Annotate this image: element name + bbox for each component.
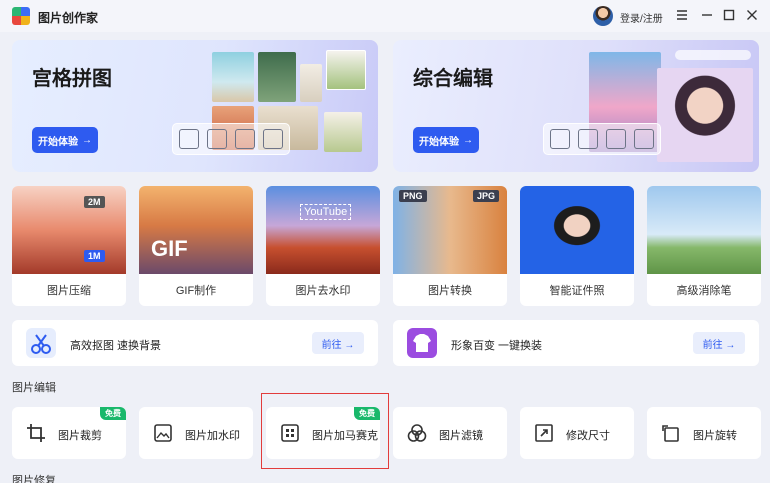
layout-icon[interactable] [235, 129, 255, 149]
format-badge-right: JPG [472, 190, 499, 202]
watermark-thumbnail [266, 186, 380, 274]
section-title: 图片编辑 [12, 382, 56, 394]
tool-image-crop[interactable]: 图片裁剪 免费 [12, 407, 126, 459]
start-button-label: 开始体验 [38, 136, 78, 148]
gif-overlay-text: GIF [151, 236, 188, 261]
card-label: 图片转换 [428, 285, 472, 297]
resize-icon [535, 424, 553, 442]
tool-label: 图片滤镜 [439, 430, 483, 442]
maximize-icon[interactable] [721, 7, 737, 23]
collage-photo [324, 112, 362, 152]
minimize-icon[interactable] [699, 7, 715, 23]
size-badge-bottom: 1M [84, 250, 105, 262]
card-label: 高级消除笔 [676, 285, 732, 297]
card-id-photo[interactable]: 智能证件照 [520, 186, 634, 306]
start-button[interactable]: 开始体验 → [32, 127, 98, 153]
slider-icon [675, 50, 751, 60]
collage-photo [212, 52, 254, 102]
wide-label: 高效抠图 速换背景 [70, 340, 162, 352]
filter-icon [407, 424, 427, 442]
arrow-right-icon: → [463, 134, 473, 146]
size-badge-top: 2M [84, 196, 105, 208]
login-register-link[interactable]: 登录/注册 [620, 10, 663, 25]
goto-button[interactable]: 前往 → [312, 332, 364, 354]
outfit-change-bar[interactable]: 形象百变 一键换装 前往 → [393, 320, 759, 366]
goto-button[interactable]: 前往 → [693, 332, 745, 354]
tool-label: 图片加马赛克 [312, 430, 378, 442]
crop-icon [27, 424, 45, 442]
tool-label: 修改尺寸 [566, 430, 610, 442]
comprehensive-edit-banner[interactable]: 综合编辑 开始体验 → [393, 40, 759, 172]
title-bar: 图片创作家 登录/注册 [0, 0, 770, 32]
tool-image-rotate[interactable]: 图片旋转 [647, 407, 761, 459]
banner-title: 综合编辑 [413, 68, 493, 90]
layout-icon[interactable] [179, 129, 199, 149]
card-label: 图片去水印 [295, 285, 351, 297]
tool-label: 图片裁剪 [58, 430, 102, 442]
mosaic-icon [281, 424, 299, 442]
cutout-background-bar[interactable]: 高效抠图 速换背景 前往 → [12, 320, 378, 366]
collage-photo [258, 52, 296, 102]
menu-icon[interactable] [674, 7, 690, 23]
start-button-label: 开始体验 [419, 136, 459, 148]
tool-resize[interactable]: 修改尺寸 [520, 407, 634, 459]
start-button[interactable]: 开始体验 → [413, 127, 479, 153]
section-title-next: 图片修复 [12, 475, 56, 483]
layout-icon[interactable] [263, 129, 283, 149]
shirt-icon [407, 328, 437, 358]
layout-icon[interactable] [207, 129, 227, 149]
card-remove-watermark[interactable]: YouTube 图片去水印 [266, 186, 380, 306]
card-label: 图片压缩 [47, 285, 91, 297]
eraser-thumbnail [647, 186, 761, 274]
card-image-compress[interactable]: 2M 1M 图片压缩 [12, 186, 126, 306]
layout-tool-strip [172, 123, 290, 155]
scissors-icon [26, 328, 56, 358]
image-watermark-icon [154, 424, 172, 442]
tool-label: 图片加水印 [185, 430, 240, 442]
compress-thumbnail [12, 186, 126, 274]
arrow-right-icon: → [82, 134, 92, 146]
wide-label: 形象百变 一键换装 [451, 340, 543, 352]
collage-photo [326, 50, 366, 90]
card-label: 智能证件照 [549, 285, 605, 297]
close-icon[interactable] [744, 7, 760, 23]
grid-collage-banner[interactable]: 宫格拼图 开始体验 → [12, 40, 378, 172]
card-image-convert[interactable]: PNG JPG 图片转换 [393, 186, 507, 306]
card-gif-maker[interactable]: GIF GIF制作 [139, 186, 253, 306]
filter-icon[interactable] [578, 129, 598, 149]
crop-icon[interactable] [634, 129, 654, 149]
collage-photo [300, 64, 322, 102]
app-logo-icon [12, 7, 30, 25]
tool-add-mosaic[interactable]: 图片加马赛克 免费 [266, 407, 380, 459]
format-badge-left: PNG [399, 190, 427, 202]
tool-image-filter[interactable]: 图片滤镜 [393, 407, 507, 459]
card-label: GIF制作 [175, 285, 217, 297]
edit-tool-strip [543, 123, 661, 155]
id-photo-thumbnail [520, 186, 634, 274]
banner-title: 宫格拼图 [32, 68, 112, 90]
edit-photo [657, 68, 753, 162]
user-avatar[interactable] [593, 6, 613, 26]
app-title: 图片创作家 [38, 11, 99, 25]
rotate-icon [662, 425, 679, 442]
mosaic-icon[interactable] [550, 129, 570, 149]
card-advanced-eraser[interactable]: 高级消除笔 [647, 186, 761, 306]
tool-label: 图片旋转 [693, 430, 737, 442]
adjust-icon[interactable] [606, 129, 626, 149]
free-badge: 免费 [100, 407, 126, 420]
watermark-text: YouTube [300, 204, 352, 220]
free-badge: 免费 [354, 407, 380, 420]
tool-add-watermark[interactable]: 图片加水印 [139, 407, 253, 459]
